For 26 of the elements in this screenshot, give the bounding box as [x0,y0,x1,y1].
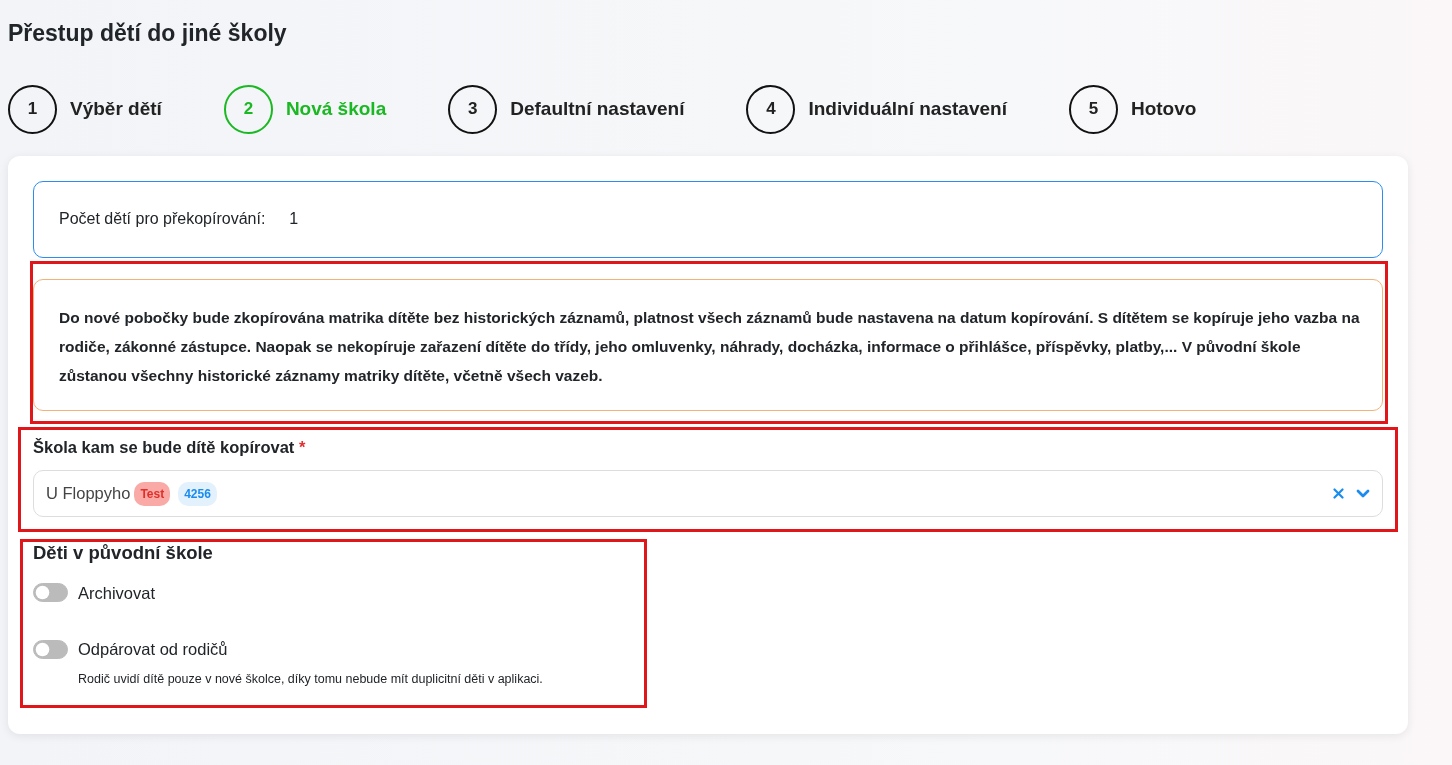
help-text: Rodič uvidí dítě pouze v nové školce, díky tomu nebude mít duplicitní děti v aplikaci. [78,671,544,689]
toggle-label[interactable]: Archivovat [78,580,156,606]
required-mark: * [298,437,306,456]
id-tag: 4256 [178,481,217,506]
page-title: Přestup dětí do jiné školy [8,20,288,48]
toggle-switch[interactable] [33,640,68,660]
notice-text: Do nové pobočky bude zkopírována matrika dítěte bez historických záznamů, platnost všech záznamů bude nastavena na datum kopírování. S dítětem se kopíruje jeho vazba na rodiče, zákonné zástupce. Naopak se nekopíruje zařazení dítěte do třídy, jeho omluvenky, náhrady, docházka, informace o přihlášce, příspěvky, platby,... V původní škole zůstanou všechny historické záznamy matriky dítěte, včetně všech vazeb. [33,278,1383,411]
toggle-switch[interactable] [33,583,68,603]
selected-value: U Floppyho [46,483,131,505]
step-label[interactable]: Defaultní nastavení [510,94,685,124]
step-number[interactable]: 3 [448,84,498,134]
step-label[interactable]: Individuální nastavení [808,94,1007,124]
count-label: Počet dětí pro překopírování: [59,209,266,230]
step-label[interactable]: Hotovo [1130,94,1197,124]
count-value: 1 [289,209,299,230]
step-label[interactable]: Výběr dětí [70,94,162,124]
chevron-down-icon[interactable] [1356,489,1370,499]
toggle-label[interactable]: Odpárovat od rodičů [78,637,228,663]
step-number[interactable]: 4 [746,84,796,134]
test-tag: Test [134,481,171,506]
step-number[interactable]: 5 [1068,84,1118,134]
section-title: Děti v původní škole [33,542,214,565]
step-number[interactable]: 1 [8,84,57,134]
clear-icon[interactable] [1333,488,1344,500]
school-select[interactable]: U Floppyho Test 4256 [33,470,1383,518]
field-label: Škola kam se bude dítě kopírovat [33,437,295,456]
